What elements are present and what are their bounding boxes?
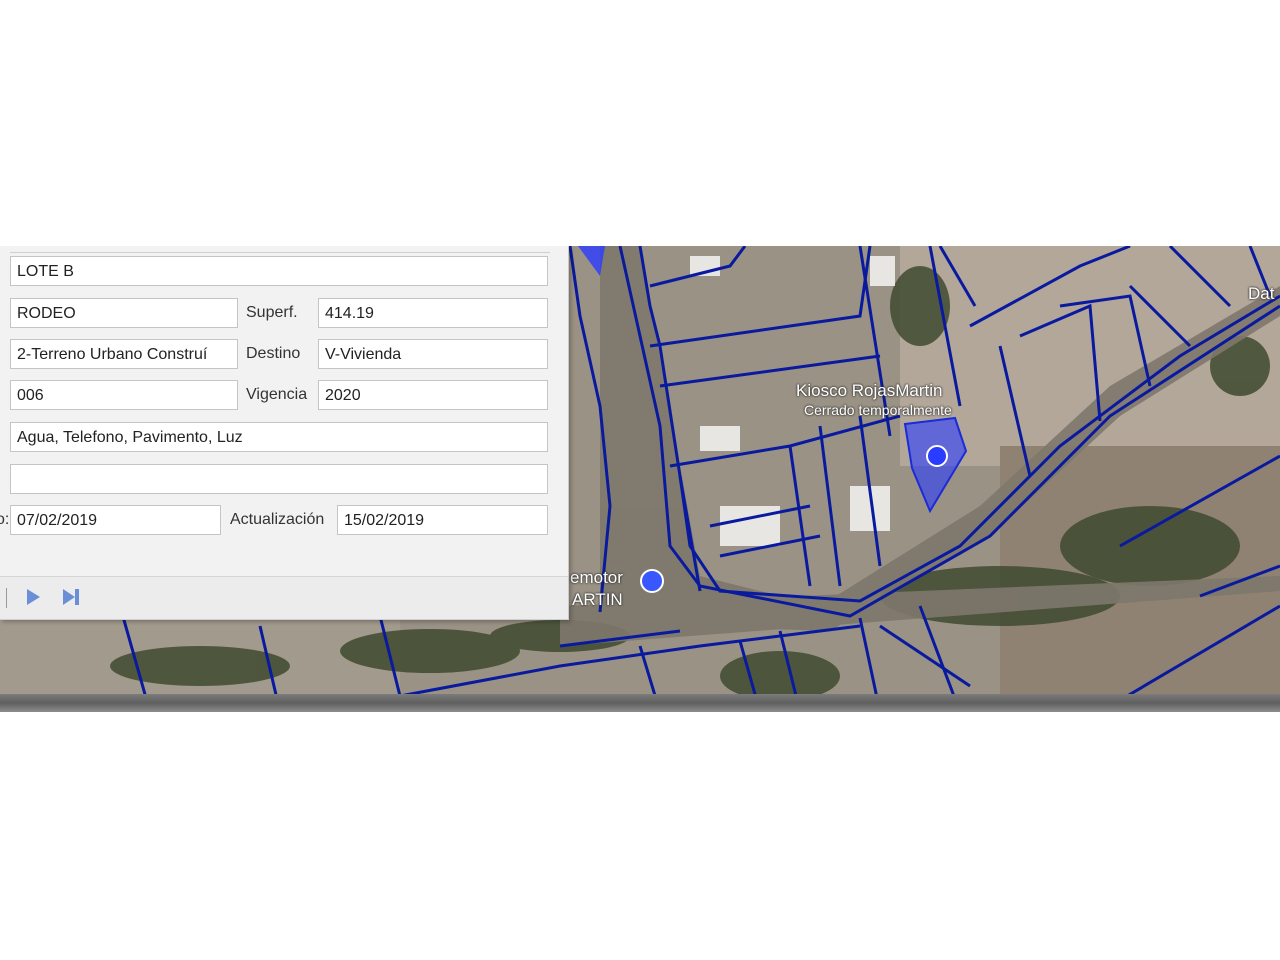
map-partial-label-2: ARTIN bbox=[572, 590, 623, 609]
observaciones-field[interactable] bbox=[10, 464, 548, 494]
lote-field[interactable]: LOTE B bbox=[10, 256, 548, 286]
next-record-button[interactable] bbox=[24, 587, 42, 612]
fecha-label: o: bbox=[0, 511, 10, 528]
play-icon bbox=[27, 589, 40, 605]
superficie-label: Superf. bbox=[246, 304, 298, 321]
bottom-shadow bbox=[0, 694, 1280, 712]
map-place-status: Cerrado temporalmente bbox=[804, 402, 952, 418]
map-partial-label-3: Dat bbox=[1248, 284, 1275, 303]
localidad-field[interactable]: RODEO bbox=[10, 298, 238, 328]
fecha-field[interactable]: 07/02/2019 bbox=[10, 505, 221, 535]
record-navigator bbox=[0, 576, 568, 619]
superficie-field[interactable]: 414.19 bbox=[318, 298, 548, 328]
vigencia-label: Vigencia bbox=[246, 386, 308, 403]
destino-label: Destino bbox=[246, 345, 301, 362]
actualizacion-label: Actualización bbox=[230, 511, 325, 528]
screenshot-band: Kiosco RojasMartin Cerrado temporalmente… bbox=[0, 246, 1280, 712]
skip-end-icon bbox=[63, 589, 79, 605]
parcel-form-panel: LOTE B RODEO Superf. 414.19 2-Terreno Ur… bbox=[0, 246, 569, 620]
map-partial-label-1: emotor bbox=[570, 568, 623, 587]
destino-field[interactable]: V-Vivienda bbox=[318, 339, 548, 369]
vigencia-field[interactable]: 2020 bbox=[318, 380, 548, 410]
map-place-name[interactable]: Kiosco RojasMartin bbox=[796, 381, 942, 401]
nav-separator bbox=[6, 588, 7, 608]
last-record-button[interactable] bbox=[60, 587, 82, 612]
tipo-field[interactable]: 2-Terreno Urbano Construí bbox=[10, 339, 238, 369]
codigo-field[interactable]: 006 bbox=[10, 380, 238, 410]
actualizacion-field[interactable]: 15/02/2019 bbox=[337, 505, 548, 535]
panel-top-strip bbox=[10, 246, 550, 253]
servicios-field[interactable]: Agua, Telefono, Pavimento, Luz bbox=[10, 422, 548, 452]
